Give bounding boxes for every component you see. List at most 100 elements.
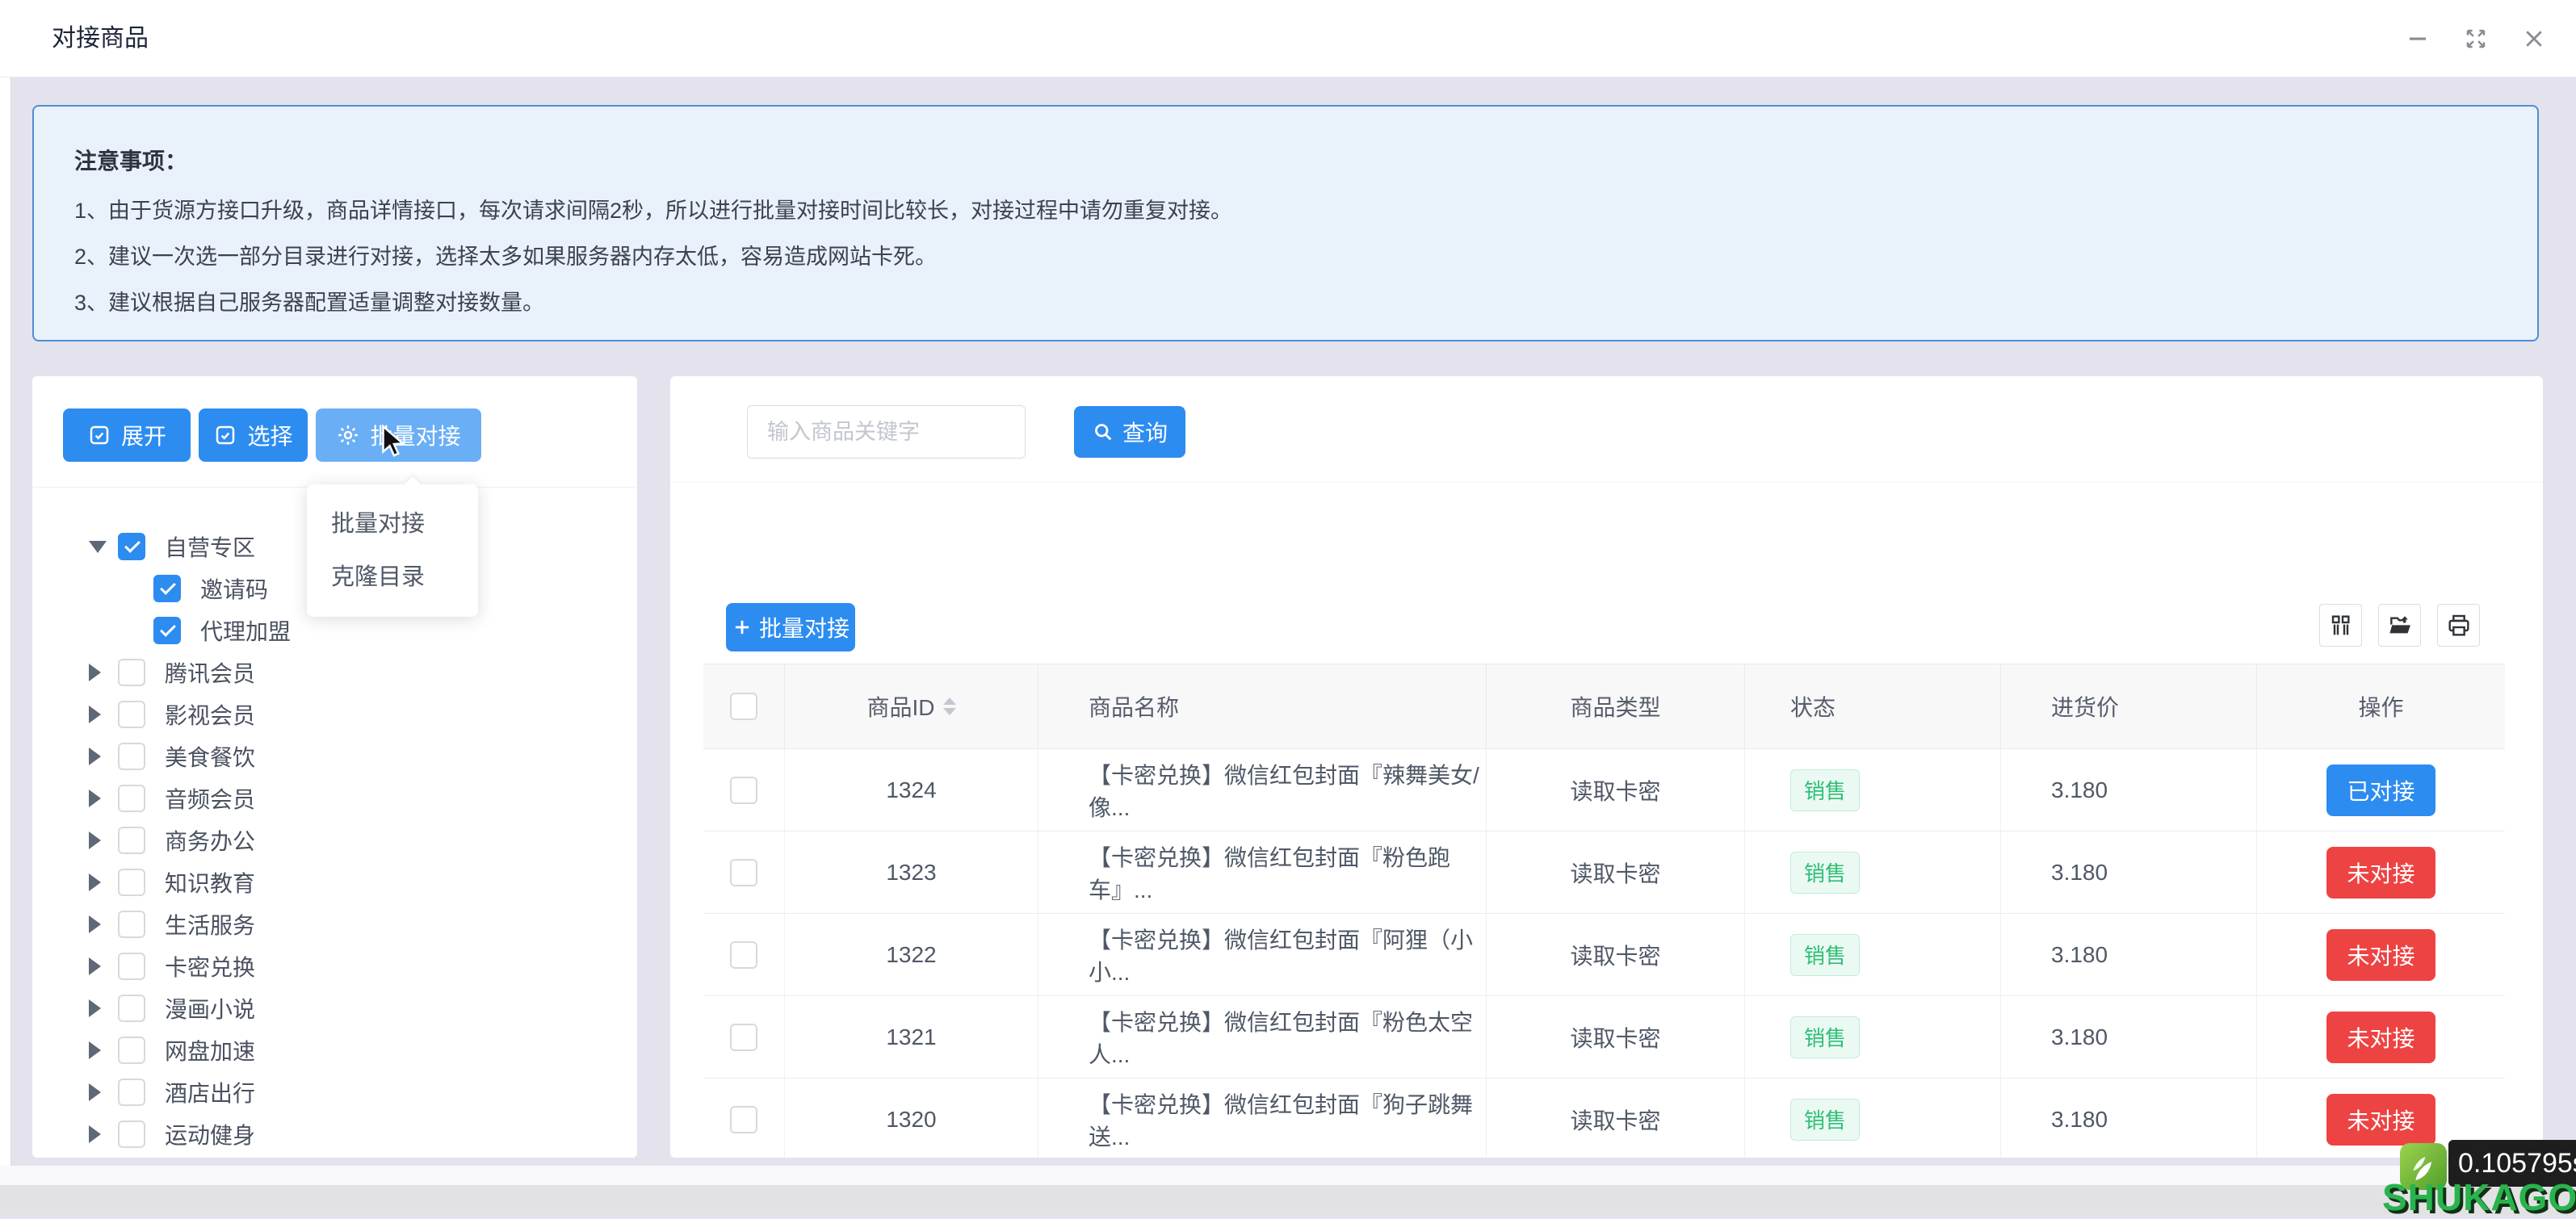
tree-checkbox[interactable]	[118, 743, 145, 770]
tree-arrow-slot	[89, 1041, 118, 1059]
tree-arrow-slot	[89, 790, 118, 807]
tree-arrow-slot	[89, 1125, 118, 1143]
dock-action-button[interactable]: 未对接	[2326, 929, 2435, 981]
plus-icon	[732, 617, 753, 638]
tree-item[interactable]: 知识教育	[32, 861, 637, 903]
tree-arrow-slot	[89, 541, 118, 553]
row-checkbox[interactable]	[730, 777, 757, 804]
expand-arrow-icon[interactable]	[89, 706, 101, 723]
sort-icon[interactable]	[943, 697, 956, 715]
dock-action-button[interactable]: 未对接	[2326, 1094, 2435, 1146]
column-header-product-id: 商品ID	[785, 664, 1038, 748]
expand-arrow-icon[interactable]	[89, 832, 101, 849]
tree-checkbox[interactable]	[118, 1079, 145, 1106]
product-type-cell: 读取卡密	[1487, 914, 1745, 995]
tree-item[interactable]: 卡密兑换	[32, 945, 637, 987]
row-checkbox[interactable]	[730, 1024, 757, 1051]
window-titlebar: 对接商品	[0, 0, 2576, 77]
check-square-icon	[213, 423, 237, 447]
select-all-checkbox[interactable]	[730, 693, 757, 720]
tree-item[interactable]: 腾讯会员	[32, 651, 637, 693]
notice-item: 3、建议根据自己服务器配置适量调整对接数量。	[74, 291, 2489, 314]
tree-item[interactable]: 影视会员	[32, 693, 637, 735]
tree-arrow-slot	[89, 1083, 118, 1101]
product-id-cell: 1320	[785, 1079, 1038, 1158]
expand-arrow-icon[interactable]	[89, 999, 101, 1017]
status-cell: 销售	[1745, 1079, 2001, 1158]
query-button[interactable]: 查询	[1074, 406, 1185, 458]
search-input[interactable]	[747, 405, 1026, 459]
expand-arrow-icon[interactable]	[89, 1041, 101, 1059]
row-select-cell	[703, 914, 785, 995]
batch-dock-add-label: 批量对接	[759, 611, 850, 643]
status-cell: 销售	[1745, 996, 2001, 1078]
status-badge: 销售	[1790, 934, 1860, 976]
tree-checkbox[interactable]	[118, 785, 145, 812]
tree-checkbox[interactable]	[118, 1037, 145, 1064]
tree-item[interactable]: 酒店出行	[32, 1071, 637, 1113]
tree-checkbox[interactable]	[118, 827, 145, 854]
menu-item-clone-directory[interactable]: 克隆目录	[307, 551, 478, 604]
tree-item[interactable]: 生活服务	[32, 903, 637, 945]
tree-item[interactable]: 漫画小说	[32, 987, 637, 1029]
menu-item-batch-dock[interactable]: 批量对接	[307, 497, 478, 551]
tree-checkbox[interactable]	[118, 659, 145, 686]
table-row: 1321 【卡密兑换】微信红包封面『粉色太空人... 读取卡密 销售 3.180…	[703, 996, 2505, 1079]
purchase-price-cell: 3.180	[2001, 832, 2257, 913]
tree-item[interactable]: 美食餐饮	[32, 735, 637, 777]
tree-checkbox[interactable]	[118, 995, 145, 1022]
column-header-product-name: 商品名称	[1038, 664, 1487, 748]
maximize-icon[interactable]	[2463, 26, 2489, 52]
batch-dock-button-label: 批量对接	[370, 419, 460, 451]
purchase-price-cell: 3.180	[2001, 914, 2257, 995]
tree-checkbox[interactable]	[118, 701, 145, 728]
column-settings-button[interactable]	[2319, 604, 2362, 647]
bottom-band-light	[0, 1166, 2576, 1185]
expand-arrow-icon[interactable]	[89, 915, 101, 933]
expand-arrow-icon[interactable]	[89, 790, 101, 807]
tree-checkbox[interactable]	[153, 617, 181, 644]
export-button[interactable]	[2378, 604, 2421, 647]
row-checkbox[interactable]	[730, 1106, 757, 1133]
select-button[interactable]: 选择	[199, 408, 308, 462]
dock-action-button[interactable]: 未对接	[2326, 847, 2435, 899]
dock-action-button[interactable]: 未对接	[2326, 1012, 2435, 1063]
close-icon[interactable]	[2521, 26, 2547, 52]
tree-item-label: 代理加盟	[200, 614, 291, 647]
batch-dock-dropdown-button[interactable]: 批量对接	[316, 408, 481, 462]
tree-checkbox[interactable]	[118, 1121, 145, 1148]
tree-item[interactable]: 商务办公	[32, 819, 637, 861]
expand-arrow-icon[interactable]	[89, 1083, 101, 1101]
column-header-purchase-price: 进货价	[2001, 664, 2257, 748]
tree-item[interactable]: 音频会员	[32, 777, 637, 819]
expand-arrow-icon[interactable]	[89, 1125, 101, 1143]
products-panel: 查询 批量对接 商品ID	[670, 376, 2543, 1158]
tree-checkbox[interactable]	[118, 869, 145, 896]
tree-item[interactable]: 运动健身	[32, 1113, 637, 1155]
status-badge: 销售	[1790, 852, 1860, 894]
expand-arrow-icon[interactable]	[89, 664, 101, 681]
status-cell: 销售	[1745, 749, 2001, 831]
tree-checkbox[interactable]	[118, 953, 145, 980]
row-checkbox[interactable]	[730, 859, 757, 886]
tree-checkbox[interactable]	[118, 533, 145, 560]
table-row: 1324 【卡密兑换】微信红包封面『辣舞美女/像... 读取卡密 销售 3.18…	[703, 749, 2505, 832]
product-id-cell: 1324	[785, 749, 1038, 831]
tree-checkbox[interactable]	[153, 575, 181, 602]
tree-item-label: 漫画小说	[165, 992, 255, 1024]
collapse-arrow-icon[interactable]	[89, 541, 107, 553]
tree-item-label: 知识教育	[165, 866, 255, 899]
print-button[interactable]	[2437, 604, 2480, 647]
tree-item[interactable]: 网盘加速	[32, 1029, 637, 1071]
batch-dock-add-button[interactable]: 批量对接	[726, 603, 855, 651]
expand-arrow-icon[interactable]	[89, 748, 101, 765]
expand-arrow-icon[interactable]	[89, 873, 101, 891]
column-header-product-type: 商品类型	[1487, 664, 1745, 748]
expand-button[interactable]: 展开	[63, 408, 191, 462]
expand-arrow-icon[interactable]	[89, 957, 101, 975]
row-checkbox[interactable]	[730, 941, 757, 969]
minimize-icon[interactable]	[2405, 26, 2431, 52]
dock-action-button[interactable]: 已对接	[2326, 764, 2435, 816]
tree-checkbox[interactable]	[118, 911, 145, 938]
tree-item-label: 运动健身	[165, 1118, 255, 1150]
